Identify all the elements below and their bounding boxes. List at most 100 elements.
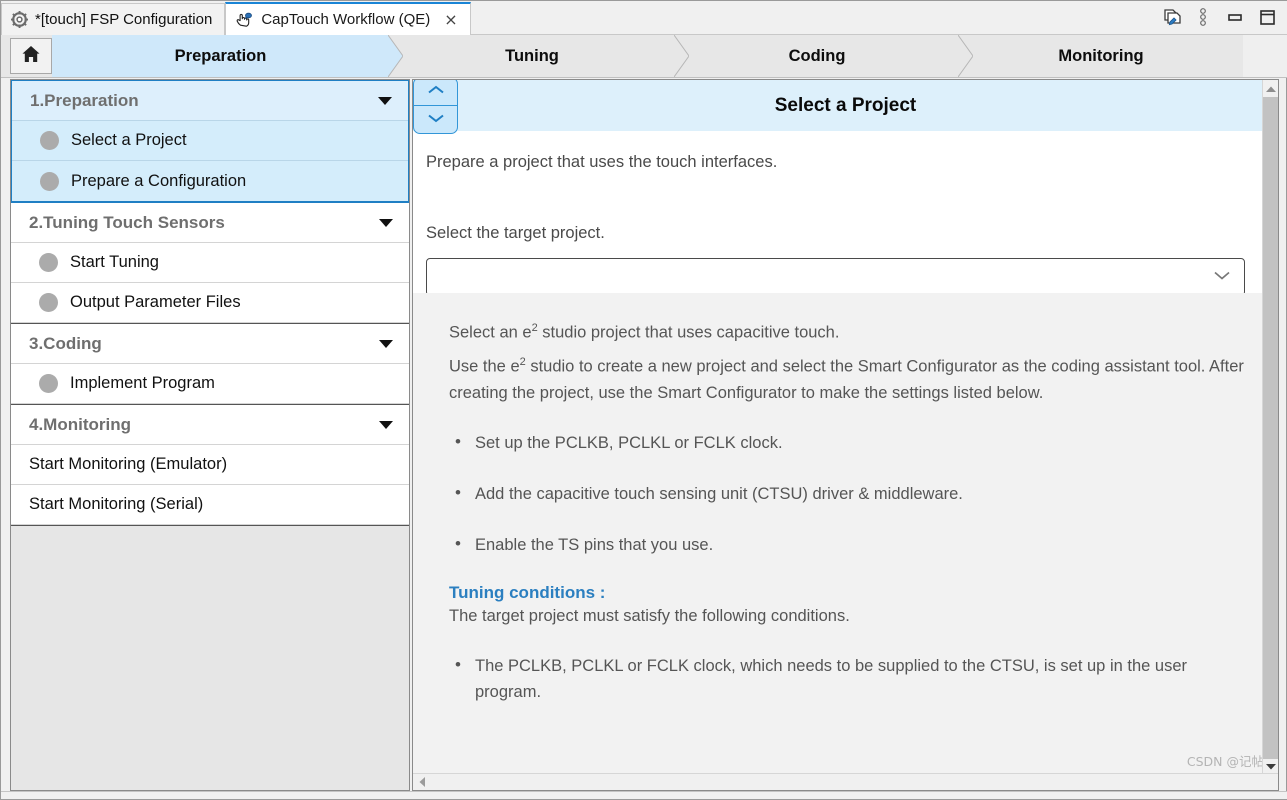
- sidebar-item-select-a-project[interactable]: Select a Project: [12, 121, 408, 161]
- scroll-up-icon[interactable]: [1263, 80, 1279, 97]
- chevron-up-icon: [426, 83, 446, 101]
- home-button[interactable]: [10, 38, 52, 74]
- sidebar-item-prepare-a-configuration[interactable]: Prepare a Configuration: [12, 161, 408, 201]
- step-list: Preparation Tuning Codin: [52, 35, 1287, 77]
- outline-section-preparation: 1.Preparation Select a Project Prepare a…: [10, 79, 410, 203]
- sidebar-item-label: Prepare a Configuration: [71, 172, 246, 191]
- outline-section-tuning: 2.Tuning Touch Sensors Start Tuning Outp…: [11, 203, 409, 324]
- status-dot-icon: [39, 374, 58, 393]
- intro-text: Prepare a project that uses the touch in…: [426, 153, 1278, 172]
- list-item: Add the capacitive touch sensing unit (C…: [449, 481, 1248, 507]
- tuning-conditions-heading: Tuning conditions :: [449, 583, 1248, 603]
- step-label: Tuning: [505, 47, 559, 66]
- workflow-content-panel: Select a Project Prepare a project that …: [412, 79, 1279, 791]
- select-project-label: Select the target project.: [426, 224, 1278, 243]
- content-description-area: Select an e2 studio project that uses ca…: [413, 293, 1278, 774]
- sidebar-item-start-monitoring-serial[interactable]: Start Monitoring (Serial): [11, 485, 409, 525]
- status-dot-icon: [40, 131, 59, 150]
- next-step-button[interactable]: [414, 105, 457, 133]
- watermark-text: CSDN @记帖: [1187, 751, 1264, 770]
- close-icon[interactable]: ×: [444, 12, 457, 28]
- sidebar-item-implement-program[interactable]: Implement Program: [11, 364, 409, 404]
- sidebar-item-label: Implement Program: [70, 374, 215, 393]
- status-dot-icon: [39, 293, 58, 312]
- application-window: *[touch] FSP Configuration CapTouch Work…: [0, 0, 1287, 800]
- section-title: 4.Monitoring: [29, 415, 131, 435]
- hand-touch-icon: [235, 11, 254, 28]
- step-preparation[interactable]: Preparation: [52, 35, 389, 77]
- content-vertical-scrollbar[interactable]: [1262, 80, 1278, 775]
- outline-section-coding: 3.Coding Implement Program: [11, 324, 409, 405]
- workflow-step-bar: Preparation Tuning Codin: [1, 35, 1287, 78]
- sidebar-item-output-parameter-files[interactable]: Output Parameter Files: [11, 283, 409, 323]
- step-chevron-icon: [388, 35, 403, 77]
- content-horizontal-scrollbar[interactable]: [413, 773, 1279, 790]
- sidebar-item-label: Output Parameter Files: [70, 293, 241, 312]
- sidebar-item-label: Select a Project: [71, 131, 187, 150]
- editor-tab-fsp-configuration[interactable]: *[touch] FSP Configuration: [1, 3, 225, 35]
- desc-2-pre: Use the e: [449, 357, 520, 375]
- scroll-left-icon[interactable]: [413, 774, 430, 791]
- chevron-down-icon[interactable]: [1213, 268, 1231, 286]
- home-icon: [20, 43, 42, 70]
- editor-tab-strip: *[touch] FSP Configuration CapTouch Work…: [1, 1, 1287, 35]
- list-item: Enable the TS pins that you use.: [449, 532, 1248, 558]
- step-label: Coding: [789, 47, 846, 66]
- section-title: 2.Tuning Touch Sensors: [29, 213, 225, 233]
- project-combo-box[interactable]: [426, 258, 1245, 296]
- editor-toolbar: [1160, 3, 1284, 31]
- step-navigation-buttons: [413, 79, 458, 134]
- section-header-tuning-touch-sensors[interactable]: 2.Tuning Touch Sensors: [11, 203, 409, 243]
- status-bar: [1, 791, 1287, 799]
- scroll-thumb[interactable]: [1263, 97, 1279, 759]
- content-header: Select a Project: [413, 80, 1278, 131]
- step-label: Monitoring: [1058, 47, 1143, 66]
- status-dot-icon: [39, 253, 58, 272]
- content-form-area: Prepare a project that uses the touch in…: [413, 131, 1278, 293]
- desc-1-pre: Select an e: [449, 324, 532, 342]
- description-line-1: Select an e2 studio project that uses ca…: [449, 315, 1248, 347]
- chevron-down-icon[interactable]: [378, 97, 392, 105]
- section-title: 1.Preparation: [30, 91, 139, 111]
- chevron-down-icon[interactable]: [379, 219, 393, 227]
- desc-2-post: studio to create a new project and selec…: [449, 357, 1244, 402]
- step-bar-filler: [1243, 35, 1287, 77]
- sidebar-item-label: Start Monitoring (Emulator): [29, 455, 227, 474]
- step-monitoring[interactable]: Monitoring: [959, 35, 1243, 77]
- desc-1-post: studio project that uses capacitive touc…: [538, 324, 840, 342]
- setup-bullet-list: Set up the PCLKB, PCLKL or FCLK clock. A…: [449, 430, 1248, 558]
- step-chevron-icon: [674, 35, 689, 77]
- section-header-preparation[interactable]: 1.Preparation: [12, 81, 408, 121]
- step-tuning[interactable]: Tuning: [389, 35, 675, 77]
- tuning-conditions-bullet-list: The PCLKB, PCLKL or FCLK clock, which ne…: [449, 653, 1248, 705]
- editor-tab-label: CapTouch Workflow (QE): [261, 11, 430, 28]
- previous-step-button[interactable]: [414, 79, 457, 105]
- sidebar-item-start-monitoring-emulator[interactable]: Start Monitoring (Emulator): [11, 445, 409, 485]
- chevron-down-icon[interactable]: [379, 340, 393, 348]
- gear-icon: [11, 11, 28, 28]
- editor-tab-label: *[touch] FSP Configuration: [35, 11, 212, 28]
- description-line-2: Use the e2 studio to create a new projec…: [449, 349, 1248, 408]
- maximize-icon[interactable]: [1256, 6, 1278, 28]
- section-title: 3.Coding: [29, 334, 102, 354]
- step-coding[interactable]: Coding: [675, 35, 959, 77]
- workflow-outline-sidebar: 1.Preparation Select a Project Prepare a…: [10, 79, 410, 791]
- section-header-monitoring[interactable]: 4.Monitoring: [11, 405, 409, 445]
- status-dot-icon: [40, 172, 59, 191]
- step-chevron-icon: [958, 35, 973, 77]
- chevron-down-icon[interactable]: [379, 421, 393, 429]
- editor-tab-captouch-workflow[interactable]: CapTouch Workflow (QE) ×: [225, 2, 470, 35]
- sidebar-item-start-tuning[interactable]: Start Tuning: [11, 243, 409, 283]
- sidebar-item-label: Start Monitoring (Serial): [29, 495, 203, 514]
- list-item: Set up the PCLKB, PCLKL or FCLK clock.: [449, 430, 1248, 456]
- list-item: The PCLKB, PCLKL or FCLK clock, which ne…: [449, 653, 1248, 705]
- minimize-icon[interactable]: [1224, 6, 1246, 28]
- view-menu-icon[interactable]: [1192, 6, 1214, 28]
- sidebar-item-label: Start Tuning: [70, 253, 159, 272]
- chevron-down-icon: [426, 111, 446, 129]
- restore-editor-icon[interactable]: [1160, 6, 1182, 28]
- step-label: Preparation: [175, 47, 267, 66]
- page-title: Select a Project: [775, 95, 917, 117]
- section-header-coding[interactable]: 3.Coding: [11, 324, 409, 364]
- tuning-conditions-subtitle: The target project must satisfy the foll…: [449, 603, 1248, 630]
